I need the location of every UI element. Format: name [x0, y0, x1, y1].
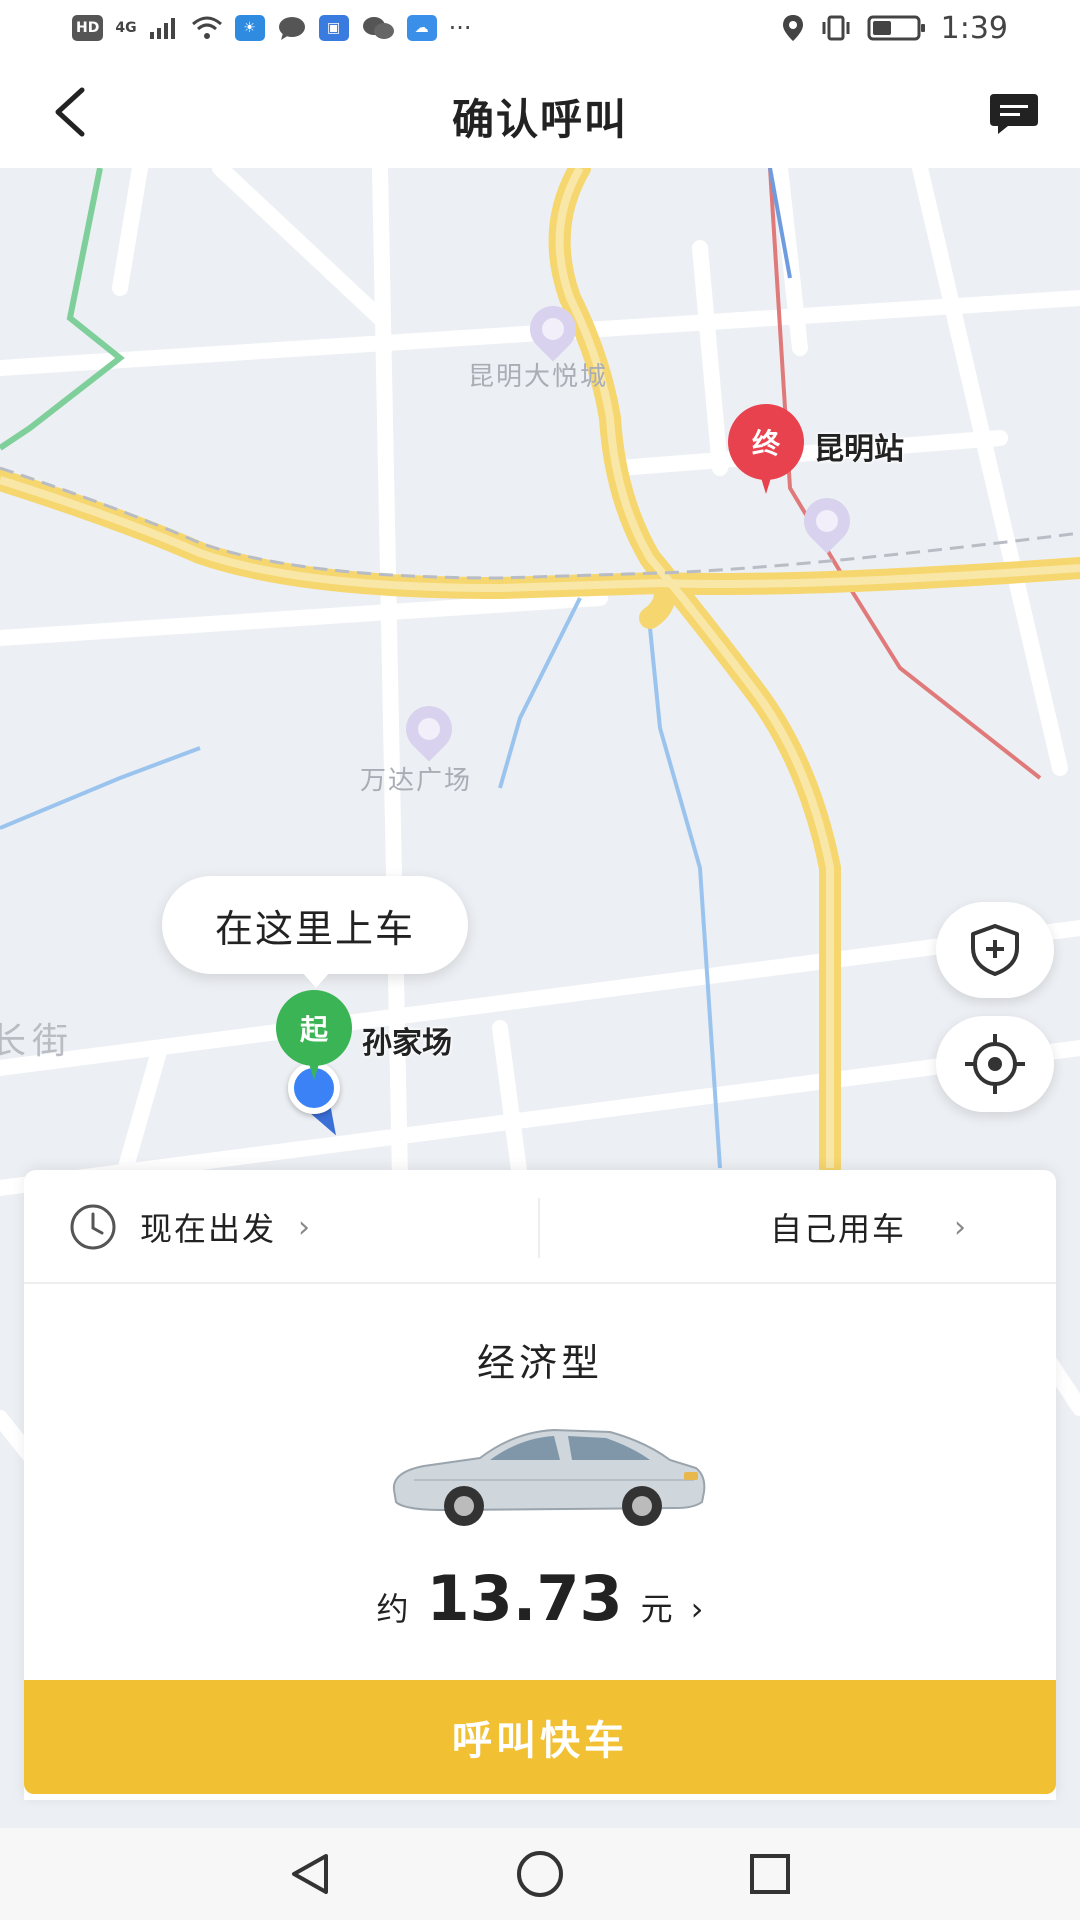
locate-button[interactable] [936, 1016, 1054, 1112]
price-value: 13.73 [426, 1562, 623, 1635]
car-image[interactable] [384, 1418, 710, 1530]
chat-icon [278, 17, 305, 40]
status-time: 1:39 [940, 10, 1008, 46]
price-unit: 元 [640, 1590, 673, 1628]
battery-icon [867, 15, 925, 41]
cloud-icon: ☁ [406, 15, 437, 41]
page-title: 确认呼叫 [451, 95, 628, 144]
start-place-label: 孙家场 [362, 1026, 452, 1061]
screen: HD 4G ☀ ▣ ☁ ··· 1:39 确认呼叫 昆明大悦城 万达广场 长街 … [0, 0, 1080, 1920]
rider-label: 自己用车 [769, 1210, 906, 1248]
status-bar: HD 4G ☀ ▣ ☁ ··· 1:39 [0, 0, 1080, 56]
locate-icon [965, 1034, 1025, 1094]
wechat-icon [362, 17, 394, 39]
app-icon: ▣ [318, 15, 349, 41]
trip-options-row: 现在出发 › 自己用车 › [24, 1170, 1056, 1284]
car-type-label: 经济型 [476, 1341, 603, 1385]
nav-back-button[interactable] [280, 1844, 340, 1904]
rider-option[interactable]: 自己用车 › [769, 1170, 966, 1284]
location-icon [782, 15, 803, 41]
signal-icon [149, 18, 175, 39]
message-button[interactable] [984, 86, 1044, 142]
chevron-right-icon: › [690, 1590, 704, 1628]
street-label: 长街 [0, 1021, 75, 1062]
nav-home-button[interactable] [510, 1844, 570, 1904]
shield-plus-icon [971, 924, 1019, 976]
recents-square-icon [750, 1854, 790, 1894]
pickup-bubble[interactable]: 在这里上车 [162, 876, 468, 988]
vibrate-icon [822, 15, 850, 41]
more-indicator: ··· [448, 14, 472, 42]
price-prefix: 约 [376, 1590, 409, 1628]
safety-button[interactable] [936, 902, 1054, 998]
status-right: 1:39 [781, 10, 1008, 46]
price-row[interactable]: 约 13.73 元 › [24, 1562, 1056, 1635]
message-icon [990, 94, 1038, 134]
network-label: 4G [115, 20, 137, 36]
header: 确认呼叫 [0, 56, 1080, 168]
start-marker-tail [306, 1054, 322, 1080]
status-left: HD 4G ☀ ▣ ☁ ··· [72, 12, 471, 44]
start-marker[interactable]: 起 [276, 990, 352, 1086]
departure-label: 现在出发 [140, 1210, 277, 1248]
chevron-right-icon: › [953, 1209, 966, 1245]
back-triangle-icon [292, 1854, 328, 1894]
clock-icon [70, 1204, 116, 1250]
end-marker-tail [758, 468, 774, 494]
call-car-button[interactable]: 呼叫快车 [24, 1680, 1056, 1794]
end-place-label: 昆明站 [814, 432, 904, 467]
chevron-right-icon: › [298, 1209, 311, 1245]
departure-time-option[interactable]: 现在出发 › [68, 1170, 310, 1284]
hd-badge: HD [72, 15, 104, 41]
options-divider [538, 1198, 540, 1258]
poi-label-mall: 昆明大悦城 [468, 362, 609, 392]
poi-label-wanda: 万达广场 [360, 766, 473, 796]
nav-recents-button[interactable] [740, 1844, 800, 1904]
system-nav-bar [0, 1828, 1080, 1920]
weather-icon: ☀ [234, 15, 265, 41]
end-marker[interactable]: 终 [728, 404, 804, 500]
home-circle-icon [517, 1851, 563, 1897]
wifi-icon [191, 16, 222, 39]
